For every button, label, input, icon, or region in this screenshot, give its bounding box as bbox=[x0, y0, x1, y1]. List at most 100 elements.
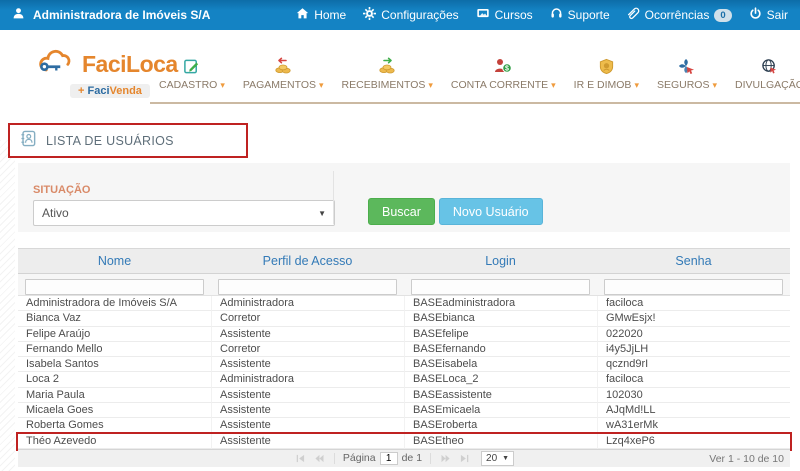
table-row[interactable]: Fernando Mello Corretor BASEfernando i4y… bbox=[18, 342, 790, 357]
user-list-icon bbox=[20, 130, 37, 152]
table-body: Administradora de Imóveis S/A Administra… bbox=[18, 296, 790, 449]
pager-divider bbox=[334, 453, 335, 464]
nav-item-conta-corrente[interactable]: $ CONTA CORRENTE▾ bbox=[442, 56, 565, 91]
cell-perfil: Corretor bbox=[211, 342, 404, 357]
table-header-row: Nome Perfil de Acesso Login Senha bbox=[18, 248, 790, 274]
user-icon bbox=[12, 7, 25, 23]
cell-nome: Loca 2 bbox=[18, 372, 211, 387]
paperclip-icon bbox=[627, 7, 640, 23]
cell-senha: 022020 bbox=[597, 327, 790, 342]
cell-perfil: Assistente bbox=[211, 418, 404, 433]
app-window: Administradora de Imóveis S/A Home Confi… bbox=[0, 0, 800, 471]
headset-icon bbox=[550, 7, 563, 23]
table-row[interactable]: Administradora de Imóveis S/A Administra… bbox=[18, 296, 790, 311]
situacao-label: SITUAÇÃO bbox=[33, 184, 90, 196]
filter-login-input[interactable] bbox=[411, 279, 590, 295]
column-header-senha[interactable]: Senha bbox=[597, 249, 790, 273]
cell-perfil: Assistente bbox=[211, 434, 404, 449]
table-row[interactable]: Bianca Vaz Corretor BASEbianca GMwEsjx! bbox=[18, 311, 790, 326]
cell-senha: wA31erMk bbox=[597, 418, 790, 433]
nav-item-cadastro[interactable]: CADASTRO▾ bbox=[150, 56, 234, 91]
screen-icon bbox=[476, 7, 490, 23]
topbar-item-configuracoes[interactable]: Configurações bbox=[363, 7, 458, 23]
cell-perfil: Assistente bbox=[211, 388, 404, 403]
cell-login: BASEassistente bbox=[404, 388, 597, 403]
topbar-item-sair[interactable]: Sair bbox=[749, 7, 788, 23]
company-name: Administradora de Imóveis S/A bbox=[33, 8, 210, 22]
cell-login: BASELoca_2 bbox=[404, 372, 597, 387]
table-filter-row bbox=[18, 274, 790, 296]
divulgacao-icon bbox=[761, 56, 778, 76]
table-row[interactable]: Loca 2 Administradora BASELoca_2 faciloc… bbox=[18, 372, 790, 387]
page-title-box: LISTA DE USUÁRIOS bbox=[8, 123, 248, 158]
topbar-item-suporte[interactable]: Suporte bbox=[550, 7, 610, 23]
cell-login: BASEisabela bbox=[404, 357, 597, 372]
novo-usuario-button[interactable]: Novo Usuário bbox=[439, 198, 543, 225]
cell-nome: Roberta Gomes bbox=[18, 418, 211, 433]
topbar-item-ocorrencias[interactable]: Ocorrências 0 bbox=[627, 7, 732, 23]
pagination-bar: Página de 1 20 ▼ Ver 1 - 10 de 10 bbox=[18, 449, 790, 467]
ocorrencias-count-badge: 0 bbox=[714, 9, 731, 22]
buscar-button[interactable]: Buscar bbox=[368, 198, 435, 225]
first-page-button[interactable] bbox=[294, 452, 308, 464]
filter-nome-input[interactable] bbox=[25, 279, 204, 295]
column-header-login[interactable]: Login bbox=[404, 249, 597, 273]
situacao-select[interactable]: Ativo ▼ bbox=[33, 200, 335, 226]
table-row[interactable]: Théo Azevedo Assistente BASEtheo Lzq4xeP… bbox=[18, 434, 790, 449]
topbar-item-home[interactable]: Home bbox=[296, 7, 346, 23]
page-number-input[interactable] bbox=[380, 452, 398, 465]
cell-senha: faciloca bbox=[597, 372, 790, 387]
page-of-label: de 1 bbox=[402, 452, 422, 464]
last-page-button[interactable] bbox=[457, 452, 471, 464]
topbar-account[interactable]: Administradora de Imóveis S/A bbox=[0, 7, 210, 23]
cell-nome: Théo Azevedo bbox=[18, 434, 211, 449]
nav-item-divulgacao[interactable]: DIVULGAÇÃO bbox=[726, 56, 800, 91]
ir-dimob-icon bbox=[598, 56, 615, 76]
cell-login: BASEfernando bbox=[404, 342, 597, 357]
nav-item-seguros[interactable]: SEGUROS▾ bbox=[648, 56, 726, 91]
cell-senha: qcznd9rI bbox=[597, 357, 790, 372]
cell-nome: Felipe Araújo bbox=[18, 327, 211, 342]
column-header-nome[interactable]: Nome bbox=[18, 249, 211, 273]
chevron-down-icon: ▾ bbox=[319, 80, 324, 91]
cell-perfil: Administradora bbox=[211, 296, 404, 311]
nav-item-pagamentos[interactable]: PAGAMENTOS▾ bbox=[234, 56, 333, 91]
filter-senha-input[interactable] bbox=[604, 279, 783, 295]
next-page-button[interactable] bbox=[439, 452, 453, 464]
left-stripe-decoration bbox=[0, 140, 15, 471]
filter-perfil-input[interactable] bbox=[218, 279, 397, 295]
cell-nome: Administradora de Imóveis S/A bbox=[18, 296, 211, 311]
nav-item-recebimentos[interactable]: RECEBIMENTOS▾ bbox=[333, 56, 442, 91]
pagamentos-icon bbox=[274, 56, 292, 76]
table-row[interactable]: Felipe Araújo Assistente BASEfelipe 0220… bbox=[18, 327, 790, 342]
cell-perfil: Administradora bbox=[211, 372, 404, 387]
topbar-item-cursos[interactable]: Cursos bbox=[476, 7, 533, 23]
page-size-select[interactable]: 20 ▼ bbox=[481, 451, 514, 466]
gear-icon bbox=[363, 7, 376, 23]
cell-login: BASEadministradora bbox=[404, 296, 597, 311]
cell-login: BASEfelipe bbox=[404, 327, 597, 342]
nav-item-ir-e-dimob[interactable]: IR E DIMOB▾ bbox=[565, 56, 648, 91]
cell-perfil: Corretor bbox=[211, 311, 404, 326]
pager-divider bbox=[430, 453, 431, 464]
cell-nome: Isabela Santos bbox=[18, 357, 211, 372]
cell-login: BASEtheo bbox=[404, 434, 597, 449]
table-row[interactable]: Maria Paula Assistente BASEassistente 10… bbox=[18, 388, 790, 403]
cell-login: BASEbianca bbox=[404, 311, 597, 326]
conta-corrente-icon: $ bbox=[494, 56, 512, 76]
filter-divider bbox=[333, 171, 334, 224]
recebimentos-icon bbox=[378, 56, 396, 76]
cell-senha: GMwEsjx! bbox=[597, 311, 790, 326]
cell-senha: Lzq4xeP6 bbox=[597, 434, 790, 449]
faciloca-logo-icon bbox=[34, 48, 80, 81]
column-header-perfil[interactable]: Perfil de Acesso bbox=[211, 249, 404, 273]
table-row[interactable]: Isabela Santos Assistente BASEisabela qc… bbox=[18, 357, 790, 372]
home-icon bbox=[296, 7, 309, 23]
table-row[interactable]: Roberta Gomes Assistente BASEroberta wA3… bbox=[18, 418, 790, 433]
main-nav: CADASTRO▾ PAGAMENTOS▾ RECEBIMENTOS▾ $ CO… bbox=[150, 56, 800, 104]
svg-text:$: $ bbox=[505, 66, 509, 73]
filter-panel: SITUAÇÃO Ativo ▼ Buscar Novo Usuário bbox=[18, 163, 790, 232]
chevron-down-icon: ▾ bbox=[428, 80, 433, 91]
prev-page-button[interactable] bbox=[312, 452, 326, 464]
table-row[interactable]: Micaela Goes Assistente BASEmicaela AJqM… bbox=[18, 403, 790, 418]
